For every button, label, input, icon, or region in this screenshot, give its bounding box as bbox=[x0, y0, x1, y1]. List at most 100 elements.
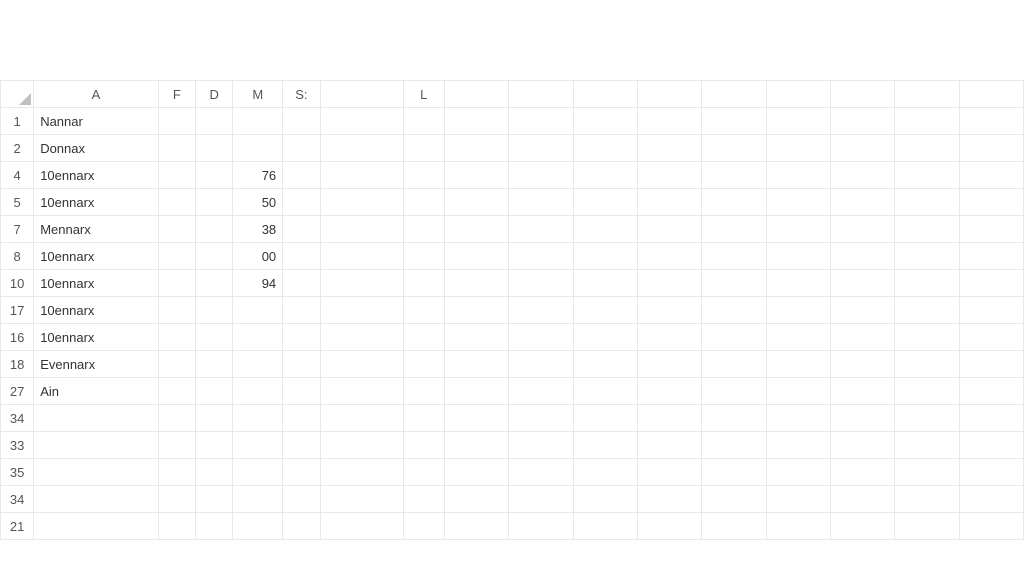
cell[interactable] bbox=[320, 270, 403, 297]
cell[interactable] bbox=[573, 135, 637, 162]
cell[interactable] bbox=[403, 189, 445, 216]
column-header-A[interactable]: A bbox=[34, 81, 159, 108]
cell[interactable]: 10ennarx bbox=[34, 324, 159, 351]
cell[interactable] bbox=[403, 216, 445, 243]
cell[interactable] bbox=[509, 108, 573, 135]
cell[interactable]: 50 bbox=[233, 189, 283, 216]
cell[interactable] bbox=[158, 297, 195, 324]
cell[interactable] bbox=[573, 189, 637, 216]
cell[interactable] bbox=[573, 432, 637, 459]
cell[interactable] bbox=[766, 216, 830, 243]
cell[interactable] bbox=[573, 351, 637, 378]
cell[interactable] bbox=[509, 135, 573, 162]
cell[interactable] bbox=[445, 216, 509, 243]
cell[interactable]: 38 bbox=[233, 216, 283, 243]
cell[interactable] bbox=[283, 243, 320, 270]
cell[interactable]: Donnax bbox=[34, 135, 159, 162]
cell[interactable] bbox=[637, 324, 701, 351]
cell[interactable] bbox=[895, 162, 959, 189]
cell[interactable] bbox=[445, 162, 509, 189]
row-header[interactable]: 16 bbox=[1, 324, 34, 351]
cell[interactable] bbox=[320, 162, 403, 189]
cell[interactable] bbox=[34, 459, 159, 486]
cell[interactable] bbox=[959, 162, 1023, 189]
column-header-blank5[interactable] bbox=[637, 81, 701, 108]
cell[interactable] bbox=[573, 297, 637, 324]
cell[interactable] bbox=[196, 135, 233, 162]
cell[interactable] bbox=[509, 486, 573, 513]
cell[interactable] bbox=[573, 108, 637, 135]
row-header[interactable]: 1 bbox=[1, 108, 34, 135]
cell[interactable] bbox=[320, 108, 403, 135]
column-header-D[interactable]: D bbox=[196, 81, 233, 108]
cell[interactable] bbox=[637, 108, 701, 135]
row-header[interactable]: 34 bbox=[1, 486, 34, 513]
cell[interactable] bbox=[158, 189, 195, 216]
cell[interactable] bbox=[283, 378, 320, 405]
row-header[interactable]: 2 bbox=[1, 135, 34, 162]
cell[interactable] bbox=[283, 189, 320, 216]
cell[interactable] bbox=[702, 459, 766, 486]
cell[interactable] bbox=[158, 135, 195, 162]
cell[interactable] bbox=[158, 432, 195, 459]
cell[interactable] bbox=[702, 135, 766, 162]
cell[interactable] bbox=[702, 243, 766, 270]
cell[interactable] bbox=[233, 405, 283, 432]
cell[interactable] bbox=[403, 243, 445, 270]
cell[interactable] bbox=[702, 351, 766, 378]
cell[interactable] bbox=[702, 324, 766, 351]
cell[interactable] bbox=[196, 378, 233, 405]
cell[interactable] bbox=[196, 513, 233, 540]
cell[interactable] bbox=[403, 135, 445, 162]
cell[interactable]: 10ennarx bbox=[34, 243, 159, 270]
row-header[interactable]: 10 bbox=[1, 270, 34, 297]
cell[interactable] bbox=[702, 405, 766, 432]
cell[interactable] bbox=[573, 270, 637, 297]
cell[interactable] bbox=[509, 405, 573, 432]
cell[interactable] bbox=[403, 405, 445, 432]
cell[interactable] bbox=[830, 459, 894, 486]
cell[interactable] bbox=[509, 324, 573, 351]
cell[interactable]: Ain bbox=[34, 378, 159, 405]
cell[interactable] bbox=[959, 189, 1023, 216]
row-header[interactable]: 18 bbox=[1, 351, 34, 378]
cell[interactable] bbox=[233, 459, 283, 486]
cell[interactable] bbox=[702, 270, 766, 297]
cell[interactable] bbox=[403, 162, 445, 189]
cell[interactable] bbox=[196, 189, 233, 216]
cell[interactable] bbox=[196, 270, 233, 297]
cell[interactable] bbox=[830, 135, 894, 162]
row-header[interactable]: 17 bbox=[1, 297, 34, 324]
row-header[interactable]: 5 bbox=[1, 189, 34, 216]
cell[interactable] bbox=[637, 486, 701, 513]
cell[interactable] bbox=[959, 324, 1023, 351]
cell[interactable] bbox=[403, 270, 445, 297]
cell[interactable] bbox=[637, 189, 701, 216]
cell[interactable] bbox=[702, 378, 766, 405]
select-all-corner[interactable] bbox=[1, 81, 34, 108]
cell[interactable] bbox=[702, 513, 766, 540]
cell[interactable] bbox=[895, 378, 959, 405]
cell[interactable] bbox=[283, 459, 320, 486]
cell[interactable] bbox=[573, 216, 637, 243]
cell[interactable] bbox=[895, 270, 959, 297]
cell[interactable] bbox=[233, 108, 283, 135]
cell[interactable] bbox=[766, 162, 830, 189]
cell[interactable] bbox=[702, 297, 766, 324]
cell[interactable] bbox=[702, 189, 766, 216]
cell[interactable]: 10ennarx bbox=[34, 162, 159, 189]
cell[interactable] bbox=[34, 432, 159, 459]
cell[interactable] bbox=[573, 162, 637, 189]
cell[interactable] bbox=[196, 216, 233, 243]
cell[interactable] bbox=[573, 486, 637, 513]
cell[interactable] bbox=[158, 324, 195, 351]
cell[interactable] bbox=[895, 459, 959, 486]
row-header[interactable]: 8 bbox=[1, 243, 34, 270]
cell[interactable] bbox=[283, 162, 320, 189]
cell[interactable] bbox=[196, 243, 233, 270]
cell[interactable] bbox=[959, 486, 1023, 513]
cell[interactable] bbox=[830, 486, 894, 513]
row-header[interactable]: 21 bbox=[1, 513, 34, 540]
cell[interactable] bbox=[403, 486, 445, 513]
cell[interactable] bbox=[766, 297, 830, 324]
